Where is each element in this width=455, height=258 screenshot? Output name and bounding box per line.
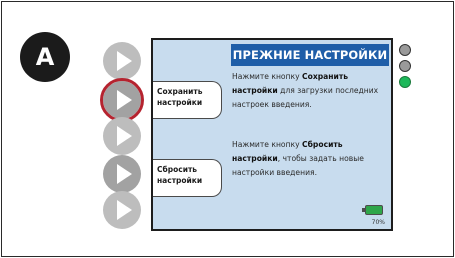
battery-percent: 70% — [371, 219, 385, 226]
reset-settings-button[interactable]: Сбросить настройки — [153, 159, 222, 197]
indicator-light-2 — [399, 60, 411, 72]
reset-settings-text: Нажмите кнопку Сбросить настройки, чтобы… — [232, 138, 391, 180]
save-settings-button[interactable]: Сохранить настройки — [153, 81, 222, 119]
side-button-1[interactable] — [103, 42, 141, 80]
indicator-light-green — [399, 76, 411, 88]
side-button-5[interactable] — [103, 191, 141, 229]
play-icon — [116, 126, 132, 146]
side-button-3[interactable] — [103, 117, 141, 155]
text-part: Нажмите кнопку — [232, 72, 303, 81]
screen-title: ПРЕЖНИЕ НАСТРОЙКИ — [231, 44, 389, 66]
soft-key-label: настройки — [157, 176, 203, 185]
soft-key-label: настройки — [157, 98, 203, 107]
play-icon — [116, 51, 132, 71]
save-settings-text: Нажмите кнопку Сохранить настройки для з… — [232, 70, 391, 112]
instruction-panel: A ПРЕЖНИЕ НАСТРОЙКИ Сохранить настройки … — [1, 1, 454, 257]
text-part: Нажмите кнопку — [232, 140, 303, 149]
play-icon — [116, 164, 132, 184]
soft-key-label: Сбросить — [157, 165, 198, 174]
soft-key-label: Сохранить — [157, 87, 203, 96]
side-button-4[interactable] — [103, 155, 141, 193]
step-badge: A — [20, 32, 70, 82]
play-icon — [116, 200, 132, 220]
indicator-light-1 — [399, 44, 411, 56]
highlight-ring — [100, 78, 144, 122]
battery-icon — [362, 205, 383, 215]
step-letter: A — [35, 43, 55, 71]
device-screen: ПРЕЖНИЕ НАСТРОЙКИ Сохранить настройки Сб… — [151, 38, 393, 231]
